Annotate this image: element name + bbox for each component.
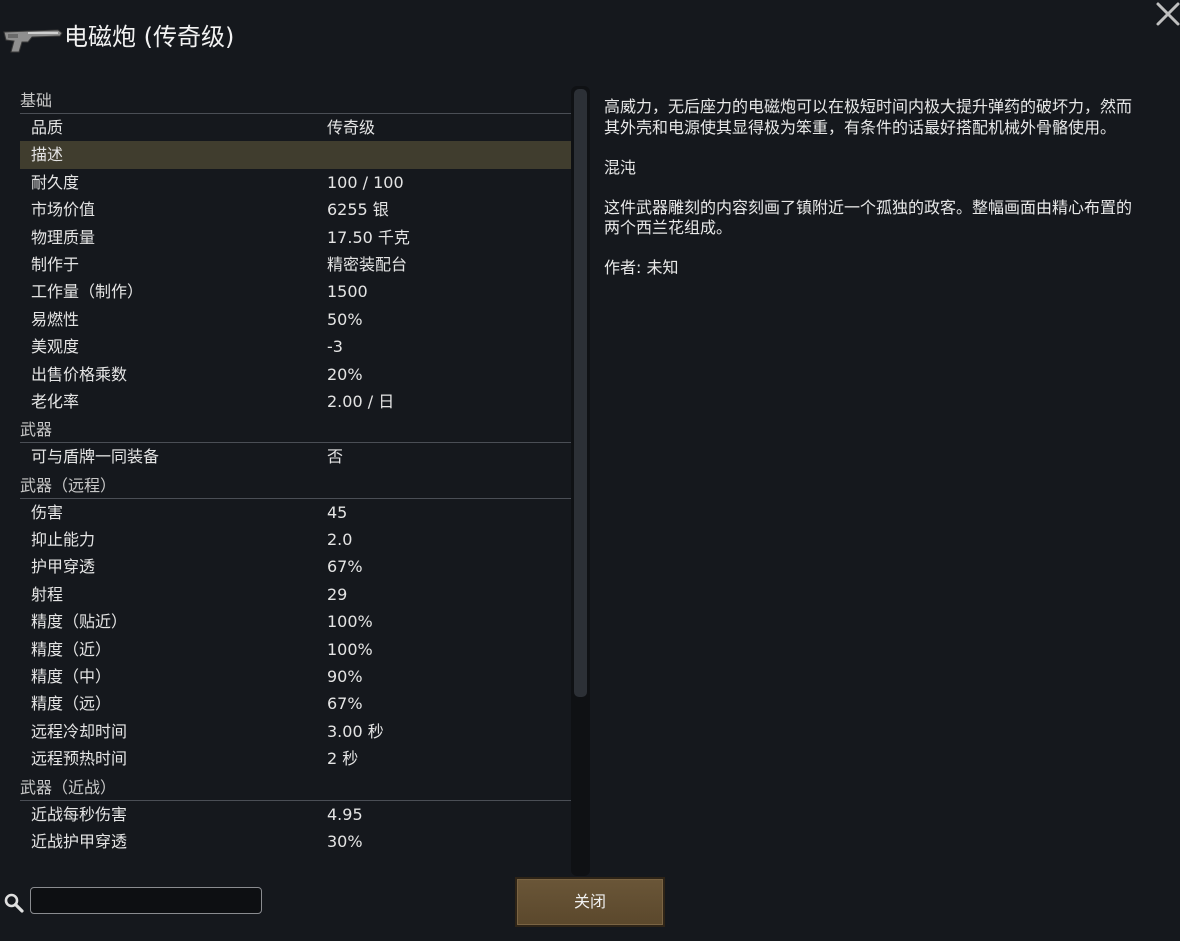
stat-value: 30%	[327, 831, 363, 851]
stat-row[interactable]: 精度（近） 100%	[20, 636, 572, 663]
stat-label: 远程冷却时间	[31, 721, 128, 741]
description-text: 高威力，无后座力的电磁炮可以在极短时间内极大提升弹药的破坏力，然而其外壳和电源使…	[604, 97, 1133, 137]
stat-label: 近战每秒伤害	[31, 804, 128, 824]
stat-row[interactable]: 近战每秒伤害 4.95	[20, 801, 572, 828]
stat-row[interactable]: 老化率 2.00 / 日	[20, 388, 572, 415]
stat-label: 出售价格乘数	[31, 364, 128, 384]
stat-value: 100%	[327, 639, 373, 659]
stat-row[interactable]: 远程预热时间 2 秒	[20, 745, 572, 772]
stat-row[interactable]: 耐久度 100 / 100	[20, 169, 572, 196]
scrollbar-thumb[interactable]	[574, 89, 587, 697]
stat-value: -3	[327, 337, 343, 357]
stat-value: 17.50 千克	[327, 227, 410, 247]
stat-row[interactable]: 描述	[20, 141, 572, 169]
stat-category: 武器（远程）	[20, 471, 572, 499]
window-title: 电磁炮 (传奇级)	[64, 23, 235, 51]
stat-label: 护甲穿透	[31, 557, 96, 577]
stat-label: 易燃性	[31, 309, 80, 329]
stat-value: 67%	[327, 694, 363, 714]
stat-value: 90%	[327, 667, 363, 687]
stat-label: 远程预热时间	[31, 749, 128, 769]
stat-value: 2.00 / 日	[327, 391, 395, 411]
info-window: 电磁炮 (传奇级) 基础品质 传奇级描述耐久度 100 / 100 市场价值 6255 …	[0, 0, 1180, 941]
stat-row[interactable]: 精度（中） 90%	[20, 663, 572, 690]
stat-label: 伤害	[31, 502, 64, 522]
art-author: 作者: 未知	[604, 258, 679, 277]
stat-value: 4.95	[327, 804, 363, 824]
stat-value: 67%	[327, 557, 363, 577]
railgun-icon	[3, 29, 63, 53]
stat-value: 100 / 100	[327, 172, 404, 192]
stat-value: 传奇级	[327, 118, 376, 137]
search-input[interactable]	[30, 887, 262, 914]
stat-value: 3.00 秒	[327, 721, 384, 741]
search-icon	[4, 893, 24, 913]
description-panel: 高威力，无后座力的电磁炮可以在极短时间内极大提升弹药的破坏力，然而其外壳和电源使…	[604, 97, 1140, 298]
stat-row[interactable]: 物理质量 17.50 千克	[20, 224, 572, 251]
stat-row[interactable]: 出售价格乘数 20%	[20, 361, 572, 388]
stat-label: 精度（远）	[31, 694, 112, 714]
stat-label: 市场价值	[31, 200, 96, 220]
stat-value: 否	[327, 447, 344, 467]
stat-row[interactable]: 品质 传奇级	[20, 114, 572, 141]
stat-row[interactable]: 易燃性 50%	[20, 306, 572, 333]
stat-label: 精度（贴近）	[31, 612, 128, 632]
stat-label: 美观度	[31, 337, 80, 357]
stat-row[interactable]: 射程 29	[20, 581, 572, 608]
stat-label: 近战护甲穿透	[31, 831, 128, 851]
stat-row[interactable]: 可与盾牌一同装备 否	[20, 443, 572, 470]
art-title: 混沌	[604, 157, 637, 177]
stat-category: 武器（近战）	[20, 773, 572, 801]
stat-row[interactable]: 远程冷却时间 3.00 秒	[20, 718, 572, 745]
stat-row[interactable]: 近战护甲穿透 30%	[20, 828, 572, 855]
stat-category: 武器	[20, 415, 572, 444]
stat-row[interactable]: 制作于 精密装配台	[20, 251, 572, 278]
stat-value: 45	[327, 502, 348, 522]
stat-label: 可与盾牌一同装备	[31, 447, 160, 467]
art-description: 这件武器雕刻的内容刻画了镇附近一个孤独的政客。整幅画面由精心布置的两个西兰花组成…	[604, 197, 1133, 238]
stat-category: 基础	[20, 86, 572, 114]
stat-value: 2 秒	[327, 749, 359, 769]
stat-label: 老化率	[31, 391, 80, 411]
stat-label: 工作量（制作）	[31, 282, 144, 302]
stat-row[interactable]: 工作量（制作） 1500	[20, 278, 572, 305]
stats-list: 基础品质 传奇级描述耐久度 100 / 100 市场价值 6255 银物理质量 17.50…	[20, 86, 572, 876]
stat-value: 6255 银	[327, 200, 389, 220]
stat-row[interactable]: 伤害 45	[20, 499, 572, 526]
stat-label: 耐久度	[31, 172, 80, 192]
stat-row[interactable]: 精度（贴近） 100%	[20, 608, 572, 635]
stat-value: 20%	[327, 364, 363, 384]
stat-label: 精度（中）	[31, 667, 112, 687]
stat-value	[327, 141, 572, 168]
stats-scrollbar[interactable]	[571, 86, 590, 876]
stat-label: 品质	[31, 118, 64, 137]
stat-label: 精度（近）	[31, 639, 112, 659]
stat-value: 50%	[327, 309, 363, 329]
stat-value: 2.0	[327, 530, 353, 550]
stat-value: 精密装配台	[327, 254, 408, 274]
stat-value: 100%	[327, 612, 373, 632]
stat-label: 射程	[31, 584, 64, 604]
stat-row[interactable]: 抑止能力 2.0	[20, 526, 572, 553]
stat-label: 抑止能力	[31, 530, 96, 550]
stat-row[interactable]: 美观度 -3	[20, 333, 572, 360]
stat-row[interactable]: 精度（远） 67%	[20, 690, 572, 717]
stat-label: 描述	[31, 145, 64, 165]
stat-row[interactable]: 市场价值 6255 银	[20, 196, 572, 223]
stat-label: 制作于	[31, 254, 80, 274]
close-icon[interactable]	[1154, 0, 1180, 28]
stat-label: 物理质量	[31, 227, 96, 247]
stat-value: 1500	[327, 282, 368, 302]
close-button[interactable]: 关闭	[515, 877, 665, 927]
stat-row[interactable]: 护甲穿透 67%	[20, 553, 572, 580]
stat-value: 29	[327, 584, 348, 604]
